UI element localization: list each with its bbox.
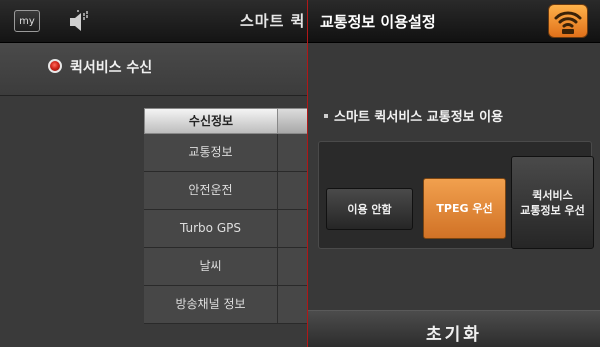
row-label-traffic: 교통정보 — [144, 134, 278, 171]
quick-service-label: 퀵서비스 수신 — [70, 60, 153, 76]
reset-label: 초기화 — [426, 325, 482, 345]
row-label-turbo-gps: Turbo GPS — [144, 210, 278, 247]
reset-button[interactable]: 초기화 — [308, 310, 600, 347]
option-quick-traffic-priority-button[interactable]: 퀵서비스 교통정보 우선 — [511, 156, 594, 249]
screen: my 스마트 퀵 퀵서비스 수신 수신정보 교통정보 안전운전 Turbo GP… — [0, 0, 600, 347]
table-row[interactable]: 방송채널 정보 — [144, 286, 309, 324]
option-panel: 이용 안함 TPEG 우선 퀵서비스 교통정보 우선 — [318, 141, 594, 249]
table-row[interactable]: 날씨 — [144, 248, 309, 286]
record-indicator-icon — [48, 59, 62, 73]
row-label-broadcast: 방송채널 정보 — [144, 286, 278, 323]
background-title: 스마트 퀵 — [240, 12, 306, 30]
table-row[interactable]: 안전운전 — [144, 172, 309, 210]
popup-title: 교통정보 이용설정 — [320, 13, 436, 31]
row-extension — [278, 248, 309, 285]
table-row[interactable]: 교통정보 — [144, 134, 309, 172]
table-header: 수신정보 — [144, 108, 278, 134]
row-extension — [278, 172, 309, 209]
table-row[interactable]: Turbo GPS — [144, 210, 309, 248]
row-extension — [278, 286, 309, 323]
wifi-signal-icon[interactable] — [548, 4, 588, 38]
my-button[interactable]: my — [14, 10, 40, 32]
row-label-weather: 날씨 — [144, 248, 278, 285]
row-extension — [278, 210, 309, 247]
row-label-safe-driving: 안전운전 — [144, 172, 278, 209]
popup-title-bar: 교통정보 이용설정 — [308, 0, 600, 43]
option-quick-label-line1: 퀵서비스 교통정보 우선 — [520, 188, 585, 217]
section-label: 스마트 퀵서비스 교통정보 이용 — [324, 106, 503, 125]
row-extension — [278, 134, 309, 171]
table-header-extension — [278, 108, 309, 134]
receive-info-table: 수신정보 교통정보 안전운전 Turbo GPS 날씨 방송채널 정보 — [144, 108, 309, 324]
option-disable-button[interactable]: 이용 안함 — [326, 188, 413, 230]
option-tpeg-priority-button[interactable]: TPEG 우선 — [423, 178, 506, 239]
volume-icon[interactable] — [62, 7, 92, 35]
traffic-settings-popup: 교통정보 이용설정 스마트 퀵서비스 교통정보 이용 이용 안함 TPEG 우선… — [307, 0, 600, 347]
